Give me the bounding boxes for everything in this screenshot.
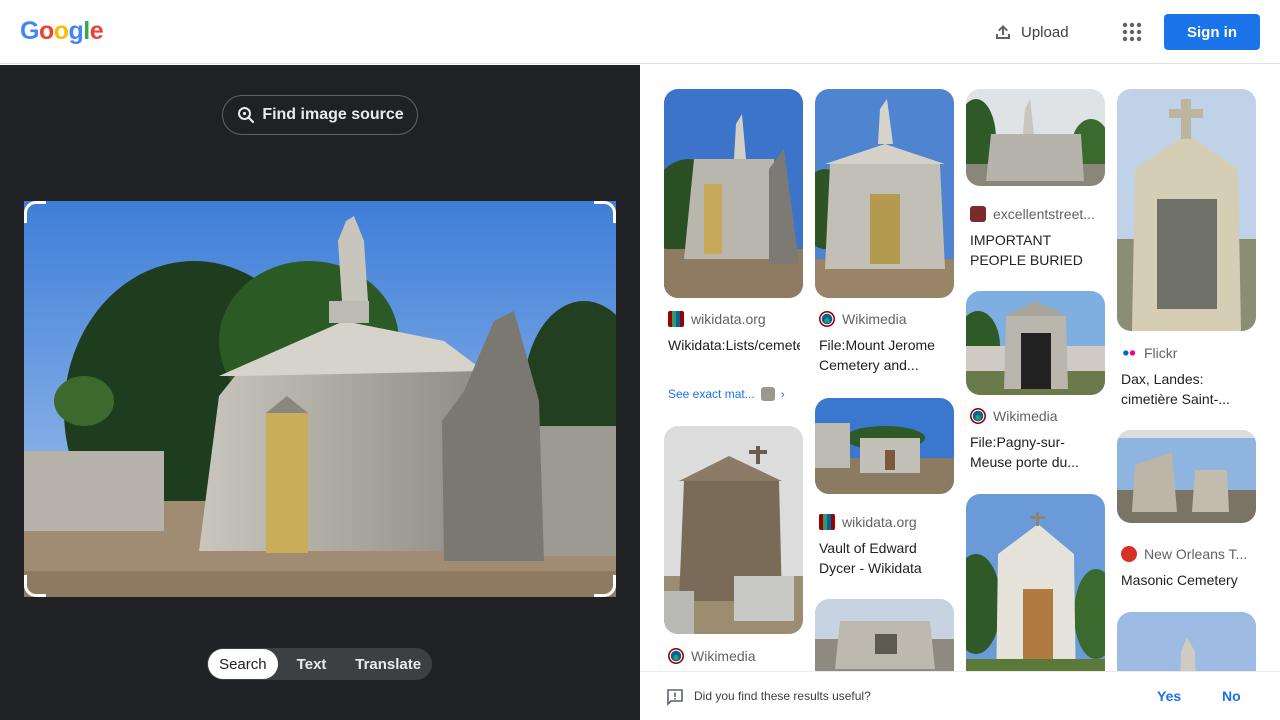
result-source: wikidata.org [668, 311, 766, 327]
feedback-yes-button[interactable]: Yes [1157, 688, 1181, 704]
see-exact-matches-link[interactable]: See exact mat... › [668, 387, 785, 401]
feedback-question: Did you find these results useful? [694, 689, 871, 703]
exact-match-thumb [760, 387, 775, 401]
result-source: excellentstreet... [970, 206, 1095, 222]
site-icon [1121, 546, 1137, 562]
source-label: wikidata.org [842, 514, 917, 530]
result-source: wikidata.org [819, 514, 917, 530]
result-card[interactable] [966, 494, 1106, 671]
source-label: New Orleans T... [1144, 546, 1248, 562]
wikidata-icon [819, 514, 835, 530]
result-card[interactable] [1117, 612, 1257, 671]
chevron-right-icon: › [780, 387, 785, 401]
find-image-source-button[interactable]: Find image source [222, 95, 418, 135]
result-card[interactable]: excellentstreet... IMPORTANT PEOPLE BURI… [966, 89, 1106, 279]
result-card[interactable]: wikidata.org Vault of Edward Dycer - Wik… [815, 398, 955, 578]
result-card[interactable] [815, 599, 955, 671]
upload-label: Upload [1021, 23, 1069, 41]
site-icon [970, 206, 986, 222]
flickr-icon [1121, 345, 1137, 361]
result-thumbnail[interactable] [815, 599, 954, 671]
source-label: Flickr [1144, 345, 1178, 361]
source-label: excellentstreet... [993, 206, 1095, 222]
result-title[interactable]: Wikidata:Lists/cemetery/Ireland/Mou... [668, 335, 800, 375]
source-label: wikidata.org [691, 311, 766, 327]
logo-letter: g [68, 17, 84, 45]
result-title[interactable]: File:Pagny-sur-Meuse porte du... [970, 432, 1102, 472]
result-card[interactable]: Wikimedia [664, 426, 804, 671]
crop-corner-top-right[interactable] [594, 201, 616, 223]
result-source: Wikimedia [819, 311, 907, 327]
query-image[interactable] [24, 201, 616, 597]
source-label: Wikimedia [993, 408, 1058, 424]
result-thumbnail[interactable] [966, 291, 1105, 395]
wikimedia-icon [668, 648, 684, 664]
result-thumbnail[interactable] [1117, 430, 1256, 523]
exact-matches-label: See exact mat... [668, 387, 755, 401]
logo-letter: e [89, 17, 104, 45]
tab-translate[interactable]: Translate [345, 649, 431, 679]
search-mode-tabs: Search Text Translate [207, 648, 432, 680]
result-source: Wikimedia [668, 648, 756, 664]
lens-search-icon [238, 107, 255, 124]
result-thumbnail[interactable] [664, 426, 803, 634]
result-card[interactable]: Wikimedia File:Pagny-sur-Meuse porte du.… [966, 291, 1106, 481]
result-card[interactable]: Flickr Dax, Landes: cimetière Saint-... [1117, 89, 1257, 414]
source-label: Wikimedia [842, 311, 907, 327]
feedback-no-button[interactable]: No [1222, 688, 1241, 704]
result-title[interactable]: File:Mount Jerome Cemetery and... [819, 335, 951, 375]
query-image-panel: Find image source Search Text Translate [0, 65, 640, 720]
result-thumbnail[interactable] [966, 89, 1105, 186]
result-thumbnail[interactable] [815, 89, 954, 298]
crop-corner-bottom-left[interactable] [24, 575, 46, 597]
result-thumbnail[interactable] [1117, 89, 1256, 331]
source-label: Wikimedia [691, 648, 756, 664]
tab-search[interactable]: Search [208, 649, 278, 679]
cemetery-photo [24, 201, 616, 597]
result-title[interactable]: Dax, Landes: cimetière Saint-... [1121, 369, 1253, 409]
wikidata-icon [668, 311, 684, 327]
result-title[interactable]: Vault of Edward Dycer - Wikidata [819, 538, 951, 578]
result-source: New Orleans T... [1121, 546, 1247, 562]
top-bar: Google Upload Sign in [0, 0, 1280, 64]
wikimedia-icon [970, 408, 986, 424]
upload-icon [996, 25, 1010, 39]
logo-letter: o [53, 17, 69, 45]
wikimedia-icon [819, 311, 835, 327]
upload-button[interactable]: Upload [993, 18, 1069, 46]
result-thumbnail[interactable] [815, 398, 954, 494]
result-card[interactable]: Wikimedia File:Mount Jerome Cemetery and… [815, 89, 955, 389]
result-source: Flickr [1121, 345, 1177, 361]
logo-letter: o [38, 17, 54, 45]
visual-matches-grid: wikidata.org Wikidata:Lists/cemetery/Ire… [640, 65, 1280, 671]
find-image-source-label: Find image source [262, 106, 404, 123]
feedback-bar: Did you find these results useful? Yes N… [640, 671, 1280, 720]
result-title[interactable]: Masonic Cemetery [1121, 570, 1253, 590]
tab-text[interactable]: Text [278, 649, 346, 679]
result-title[interactable]: IMPORTANT PEOPLE BURIED I... [970, 230, 1102, 270]
result-thumbnail[interactable] [664, 89, 803, 298]
result-thumbnail[interactable] [1117, 612, 1256, 671]
result-card[interactable]: wikidata.org Wikidata:Lists/cemetery/Ire… [664, 89, 804, 409]
logo-letter: G [20, 17, 39, 45]
google-logo[interactable]: Google [20, 17, 104, 46]
sign-in-button[interactable]: Sign in [1164, 14, 1260, 50]
result-card[interactable]: New Orleans T... Masonic Cemetery [1117, 430, 1257, 600]
apps-grid-icon[interactable] [1120, 20, 1144, 44]
feedback-icon [667, 689, 683, 706]
result-thumbnail[interactable] [966, 494, 1105, 671]
result-source: Wikimedia [970, 408, 1058, 424]
crop-corner-top-left[interactable] [24, 201, 46, 223]
